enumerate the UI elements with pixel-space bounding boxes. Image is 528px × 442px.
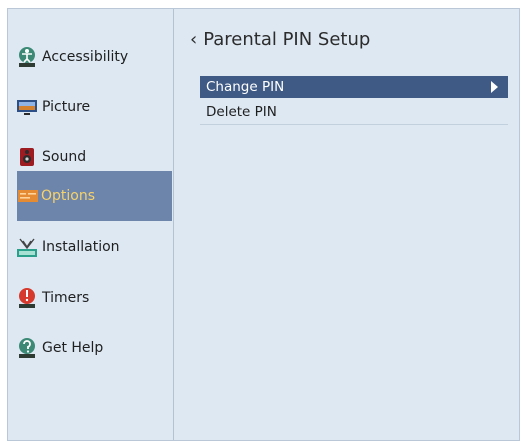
menu-item-label: Delete PIN <box>206 104 277 120</box>
settings-window: Accessibility Picture Sound Options Inst… <box>8 9 519 440</box>
sidebar-item-label: Picture <box>42 99 91 115</box>
help-icon <box>16 337 38 359</box>
sidebar-item-label: Get Help <box>42 340 104 356</box>
sidebar-item-label: Installation <box>42 239 120 255</box>
page-title-text: Parental PIN Setup <box>203 29 371 50</box>
speaker-icon <box>16 146 38 168</box>
chevron-left-icon[interactable]: ‹ <box>190 29 197 50</box>
sidebar-item-label: Options <box>41 188 96 204</box>
sidebar-item-get-help[interactable]: Get Help <box>16 323 173 373</box>
accessibility-icon <box>16 46 38 68</box>
menu-divider <box>200 124 508 125</box>
sidebar-item-accessibility[interactable]: Accessibility <box>16 32 173 82</box>
antenna-icon <box>16 236 38 258</box>
sidebar-item-options[interactable]: Options <box>17 171 172 221</box>
main-content: ‹ Parental PIN Setup Change PIN Delete P… <box>174 9 519 440</box>
sidebar-item-label: Sound <box>42 149 87 165</box>
menu-item-label: Change PIN <box>206 79 285 95</box>
sidebar-item-label: Accessibility <box>42 49 129 65</box>
sidebar-item-picture[interactable]: Picture <box>16 82 173 132</box>
play-arrow-icon <box>491 81 498 93</box>
page-title: ‹ Parental PIN Setup <box>190 29 370 50</box>
sidebar-item-timers[interactable]: Timers <box>16 273 173 323</box>
sidebar-item-label: Timers <box>42 290 90 306</box>
sidebar-item-installation[interactable]: Installation <box>16 222 173 272</box>
timer-icon <box>16 287 38 309</box>
menu-item-change-pin[interactable]: Change PIN <box>200 76 508 98</box>
settings-sidebar: Accessibility Picture Sound Options Inst… <box>8 9 174 440</box>
menu-item-delete-pin[interactable]: Delete PIN <box>200 101 508 123</box>
options-panel-icon <box>17 185 39 207</box>
picture-monitor-icon <box>16 96 38 118</box>
